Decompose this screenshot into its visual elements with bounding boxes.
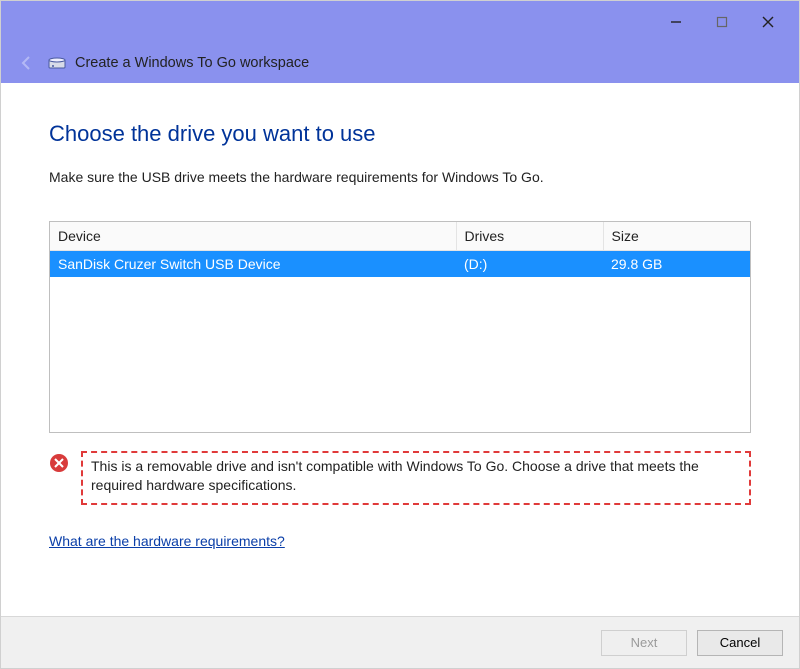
table-row[interactable]: SanDisk Cruzer Switch USB Device (D:) 29… [50,251,750,278]
cell-size: 29.8 GB [603,251,750,278]
maximize-icon [716,16,728,28]
wizard-title: Create a Windows To Go workspace [75,55,309,71]
drive-icon [47,53,67,73]
cancel-button[interactable]: Cancel [697,630,783,656]
page-instruction: Make sure the USB drive meets the hardwa… [49,169,751,185]
wizard-footer: Next Cancel [1,616,799,668]
column-header-size[interactable]: Size [603,222,750,251]
wizard-body: Choose the drive you want to use Make su… [1,83,799,551]
titlebar [1,1,799,43]
cell-device: SanDisk Cruzer Switch USB Device [50,251,456,278]
hardware-requirements-link[interactable]: What are the hardware requirements? [49,533,285,549]
wizard-header: Create a Windows To Go workspace [1,43,799,83]
next-button[interactable]: Next [601,630,687,656]
back-arrow-icon [18,54,36,72]
back-button[interactable] [15,51,39,75]
minimize-icon [670,16,682,28]
cell-drives: (D:) [456,251,603,278]
close-icon [762,16,774,28]
wizard-window: Create a Windows To Go workspace Choose … [0,0,800,669]
error-icon [49,453,69,478]
maximize-button[interactable] [699,6,745,38]
page-heading: Choose the drive you want to use [49,121,751,147]
error-message-block: This is a removable drive and isn't comp… [49,451,751,505]
column-header-device[interactable]: Device [50,222,456,251]
minimize-button[interactable] [653,6,699,38]
error-text: This is a removable drive and isn't comp… [81,451,751,505]
column-header-drives[interactable]: Drives [456,222,603,251]
close-button[interactable] [745,6,791,38]
app-icon [47,53,67,73]
drive-list[interactable]: Device Drives Size SanDisk Cruzer Switch… [49,221,751,433]
